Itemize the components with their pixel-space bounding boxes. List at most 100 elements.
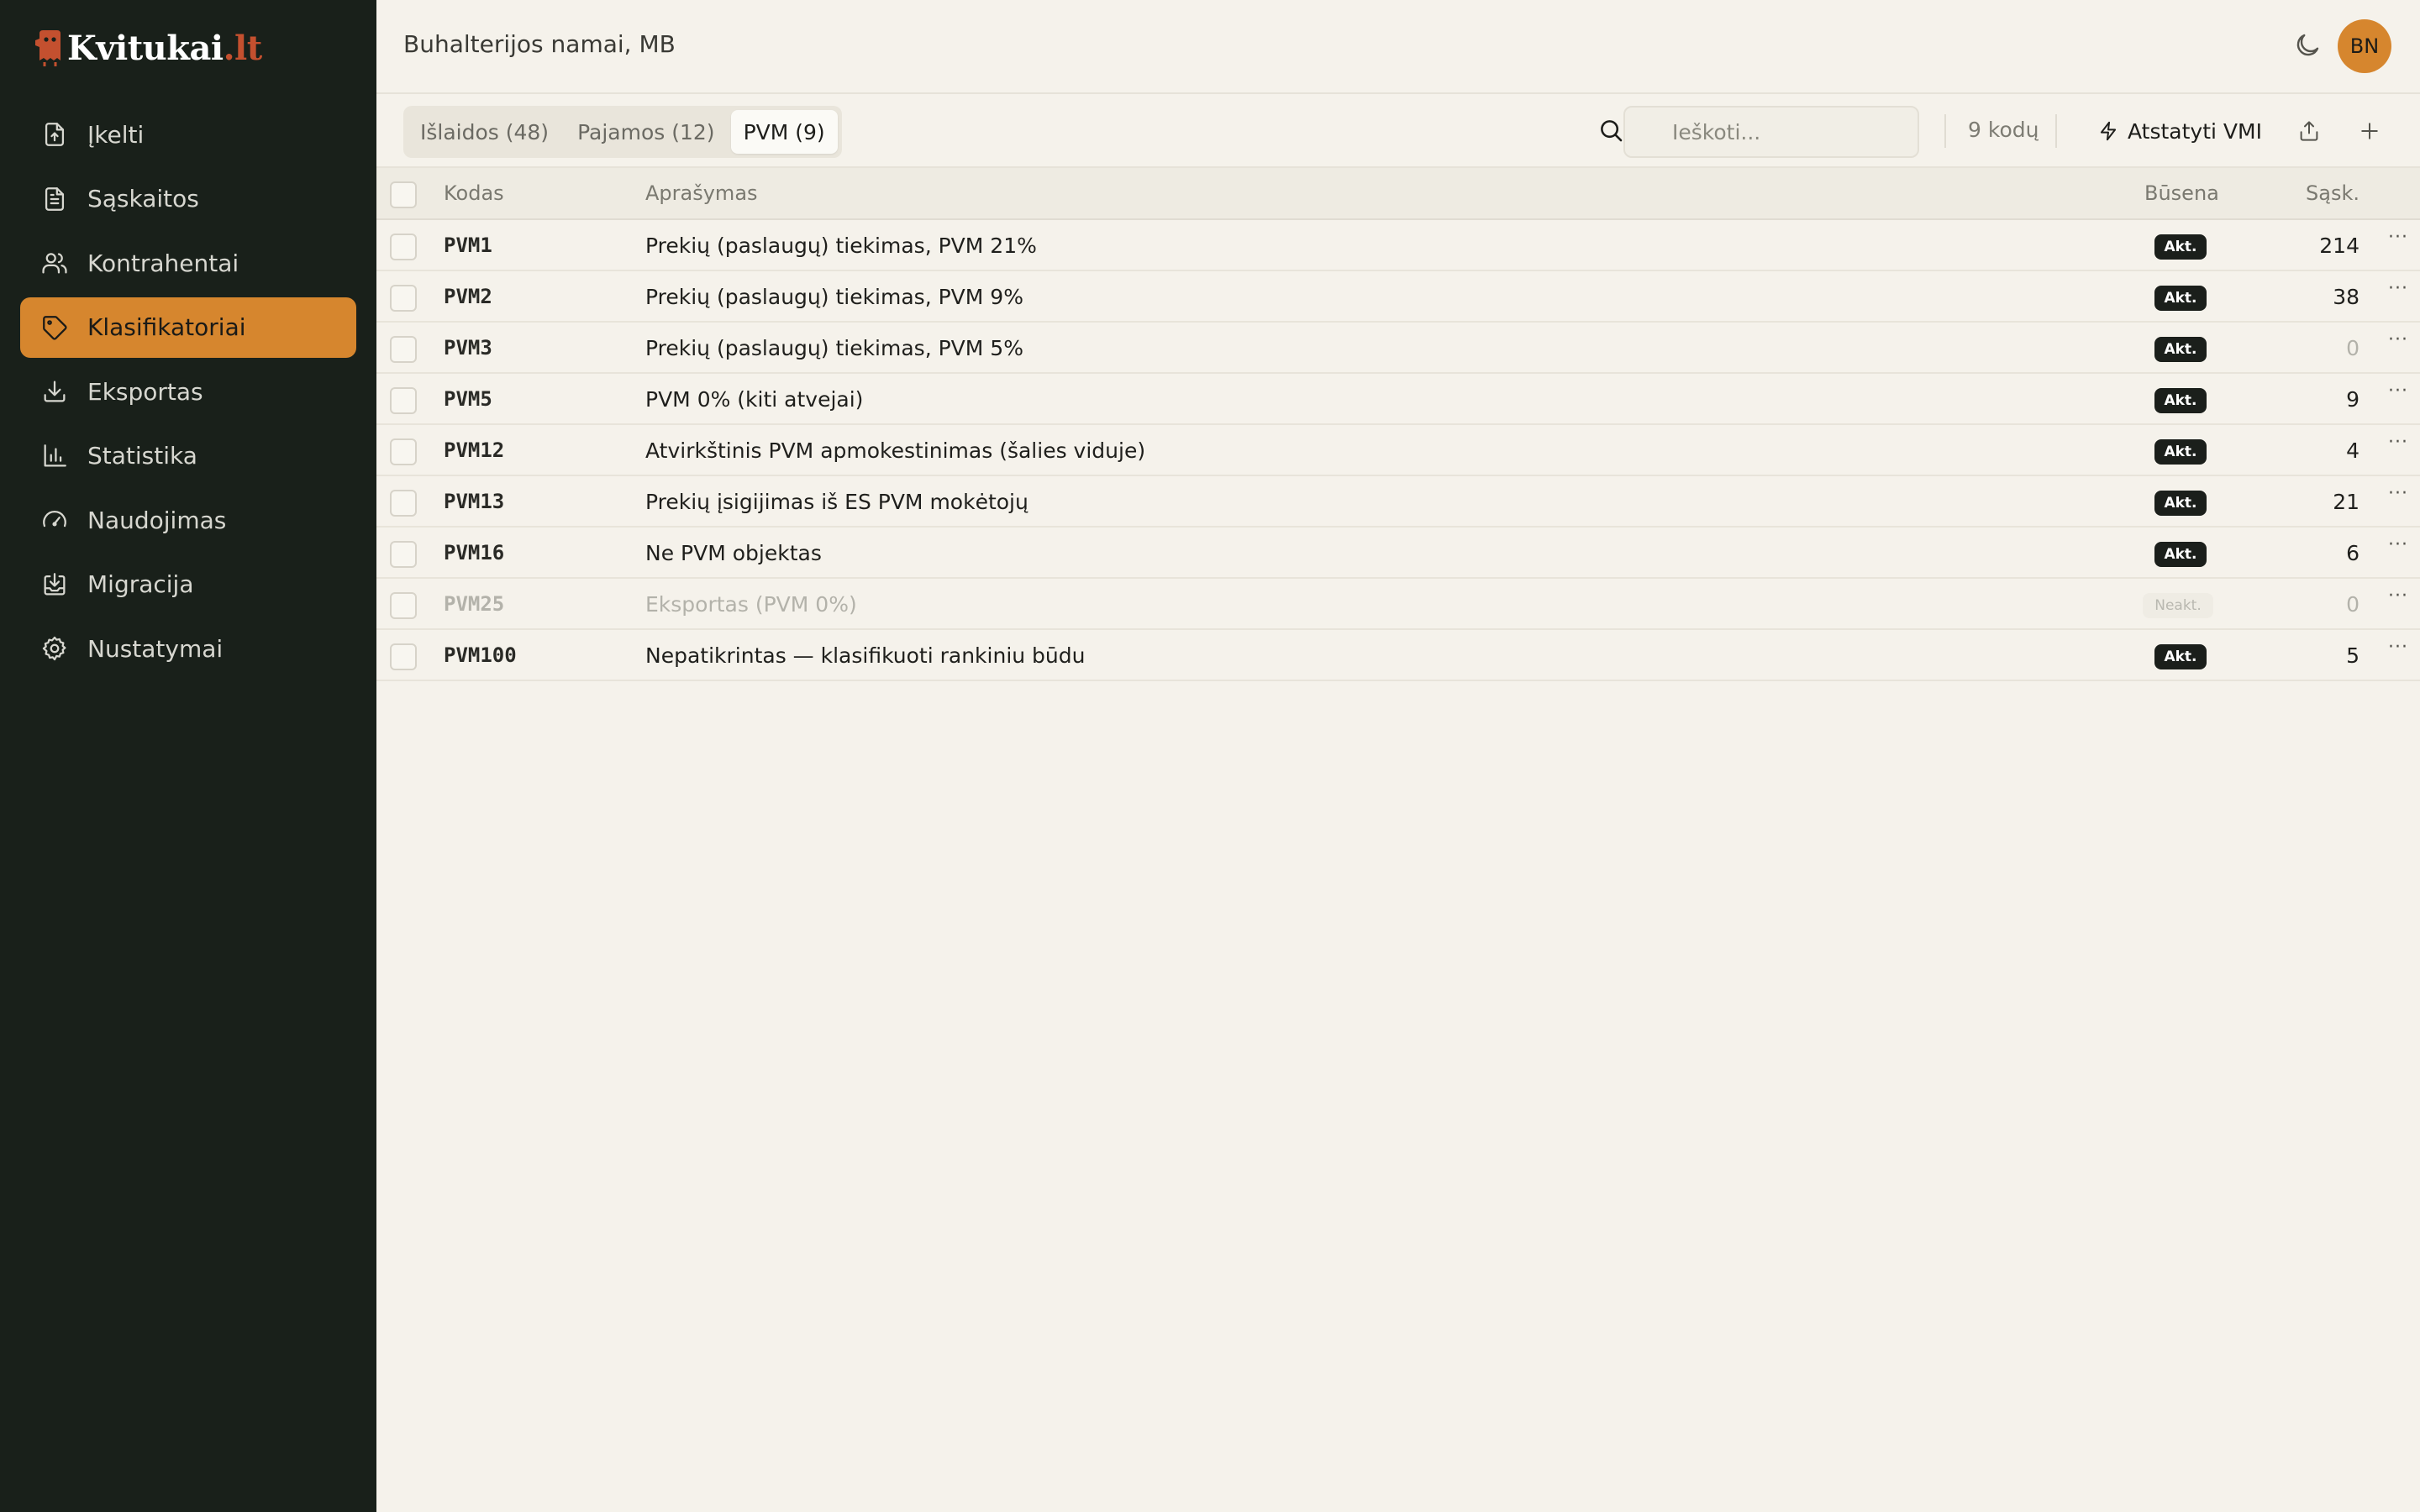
column-header-status[interactable]: Būsena (2144, 181, 2219, 205)
vat-description: Prekių (paslaugų) tiekimas, PVM 9% (645, 285, 1023, 309)
sidebar-item-upload[interactable]: Įkelti (20, 104, 356, 165)
row-checkbox[interactable] (390, 541, 417, 568)
app-logo[interactable]: Kvitukai.lt (34, 25, 262, 71)
table-row[interactable]: PVM2 Prekių (paslaugų) tiekimas, PVM 9% … (376, 271, 2420, 323)
more-options-icon[interactable]: ··· (2385, 381, 2412, 404)
column-header-code[interactable]: Kodas (444, 181, 504, 205)
export-button[interactable] (2292, 114, 2326, 148)
table-row[interactable]: PVM25 Eksportas (PVM 0%) Neakt. 0 ··· (376, 579, 2420, 630)
sidebar-item-label: Naudojimas (87, 506, 227, 534)
add-code-button[interactable] (2353, 114, 2386, 148)
tab-vat[interactable]: PVM (9) (730, 110, 838, 154)
sidebar: Kvitukai.lt Įkelti Sąskaitos Kontrahenta… (0, 0, 376, 1512)
toolbar-divider (2055, 114, 2057, 148)
user-avatar[interactable]: BN (2338, 19, 2391, 73)
moon-icon[interactable] (2292, 30, 2323, 60)
tab-income[interactable]: Pajamos (12) (565, 110, 727, 154)
more-options-icon[interactable]: ··· (2385, 432, 2412, 455)
sidebar-item-label: Kontrahentai (87, 249, 239, 277)
vat-description: Nepatikrintas — klasifikuoti rankiniu bū… (645, 643, 1086, 668)
row-checkbox[interactable] (390, 592, 417, 619)
tag-icon (40, 313, 69, 342)
sidebar-item-label: Sąskaitos (87, 185, 199, 213)
status-badge: Akt. (2154, 542, 2207, 567)
column-header-invoices[interactable]: Sąsk. (2306, 181, 2360, 205)
row-checkbox[interactable] (390, 336, 417, 363)
vat-codes-table: Kodas Aprašymas Būsena Sąsk. PVM1 Prekių… (376, 168, 2420, 681)
vat-description: Ne PVM objektas (645, 541, 822, 565)
category-tabs: Išlaidos (48) Pajamos (12) PVM (9) (403, 106, 842, 158)
sidebar-item-label: Migracija (87, 570, 194, 598)
table-row[interactable]: PVM5 PVM 0% (kiti atvejai) Akt. 9 ··· (376, 374, 2420, 425)
sidebar-item-statistics[interactable]: Statistika (20, 426, 356, 486)
more-options-icon[interactable]: ··· (2385, 227, 2412, 250)
vat-code: PVM1 (444, 234, 492, 257)
vat-description: Prekių (paslaugų) tiekimas, PVM 5% (645, 336, 1023, 360)
sidebar-nav: Įkelti Sąskaitos Kontrahentai Klasifikat… (20, 104, 356, 683)
select-all-checkbox[interactable] (390, 181, 417, 208)
sidebar-item-export[interactable]: Eksportas (20, 361, 356, 422)
table-row[interactable]: PVM1 Prekių (paslaugų) tiekimas, PVM 21%… (376, 220, 2420, 271)
more-options-icon[interactable]: ··· (2385, 483, 2412, 507)
toolbar-divider (1944, 114, 1946, 148)
row-checkbox[interactable] (390, 387, 417, 414)
vat-code: PVM5 (444, 387, 492, 411)
status-badge: Neakt. (2143, 593, 2213, 618)
sidebar-item-usage[interactable]: Naudojimas (20, 490, 356, 550)
sidebar-item-label: Klasifikatoriai (87, 313, 246, 341)
reset-vmi-button[interactable]: Atstatyti VMI (2082, 108, 2277, 155)
gear-icon (40, 634, 69, 663)
table-row[interactable]: PVM100 Nepatikrintas — klasifikuoti rank… (376, 630, 2420, 681)
plus-icon (2361, 123, 2378, 139)
vat-code: PVM3 (444, 336, 492, 360)
sidebar-item-migration[interactable]: Migracija (20, 554, 356, 615)
sidebar-item-label: Eksportas (87, 377, 203, 406)
status-badge: Akt. (2154, 491, 2207, 516)
row-checkbox[interactable] (390, 490, 417, 517)
more-options-icon[interactable]: ··· (2385, 585, 2412, 609)
gauge-icon (40, 506, 69, 534)
table-row[interactable]: PVM12 Atvirkštinis PVM apmokestinimas (š… (376, 425, 2420, 476)
download-icon (40, 377, 69, 406)
status-badge: Akt. (2154, 388, 2207, 413)
more-options-icon[interactable]: ··· (2385, 278, 2412, 302)
vat-code: PVM100 (444, 643, 517, 667)
more-options-icon[interactable]: ··· (2385, 637, 2412, 660)
table-row[interactable]: PVM13 Prekių įsigijimas iš ES PVM mokėto… (376, 476, 2420, 528)
invoice-count: 9 (2346, 387, 2360, 412)
tab-expenses[interactable]: Išlaidos (48) (408, 110, 561, 154)
reset-vmi-label: Atstatyti VMI (2128, 118, 2262, 144)
vat-code: PVM2 (444, 285, 492, 308)
search-input[interactable] (1623, 106, 1919, 158)
invoice-count: 21 (2333, 490, 2360, 514)
sidebar-item-classifiers[interactable]: Klasifikatoriai (20, 297, 356, 358)
top-header: Buhalterijos namai, MB BN (376, 0, 2420, 94)
invoice-count: 0 (2346, 336, 2360, 360)
row-checkbox[interactable] (390, 285, 417, 312)
table-row[interactable]: PVM16 Ne PVM objektas Akt. 6 ··· (376, 528, 2420, 579)
vat-code: PVM16 (444, 541, 505, 564)
table-header: Kodas Aprašymas Būsena Sąsk. (376, 168, 2420, 220)
column-header-description[interactable]: Aprašymas (645, 181, 758, 205)
vat-description: Eksportas (PVM 0%) (645, 592, 857, 617)
more-options-icon[interactable]: ··· (2385, 534, 2412, 558)
invoice-count: 4 (2346, 438, 2360, 463)
row-checkbox[interactable] (390, 643, 417, 670)
bar-chart-icon (40, 442, 69, 470)
status-badge: Akt. (2154, 439, 2207, 465)
invoice-count: 5 (2346, 643, 2360, 668)
vat-description: Prekių įsigijimas iš ES PVM mokėtojų (645, 490, 1028, 514)
sidebar-item-settings[interactable]: Nustatymai (20, 618, 356, 679)
toolbar: Išlaidos (48) Pajamos (12) PVM (9) 9 kod… (376, 94, 2420, 168)
sidebar-item-label: Statistika (87, 442, 197, 470)
users-icon (40, 249, 69, 277)
sidebar-item-invoices[interactable]: Sąskaitos (20, 169, 356, 229)
row-checkbox[interactable] (390, 438, 417, 465)
sidebar-item-contractors[interactable]: Kontrahentai (20, 233, 356, 293)
code-count: 9 kodų (1968, 118, 2039, 142)
search-icon (1597, 116, 1625, 144)
more-options-icon[interactable]: ··· (2385, 329, 2412, 353)
row-checkbox[interactable] (390, 234, 417, 260)
invoice-count: 214 (2319, 234, 2360, 258)
table-row[interactable]: PVM3 Prekių (paslaugų) tiekimas, PVM 5% … (376, 323, 2420, 374)
